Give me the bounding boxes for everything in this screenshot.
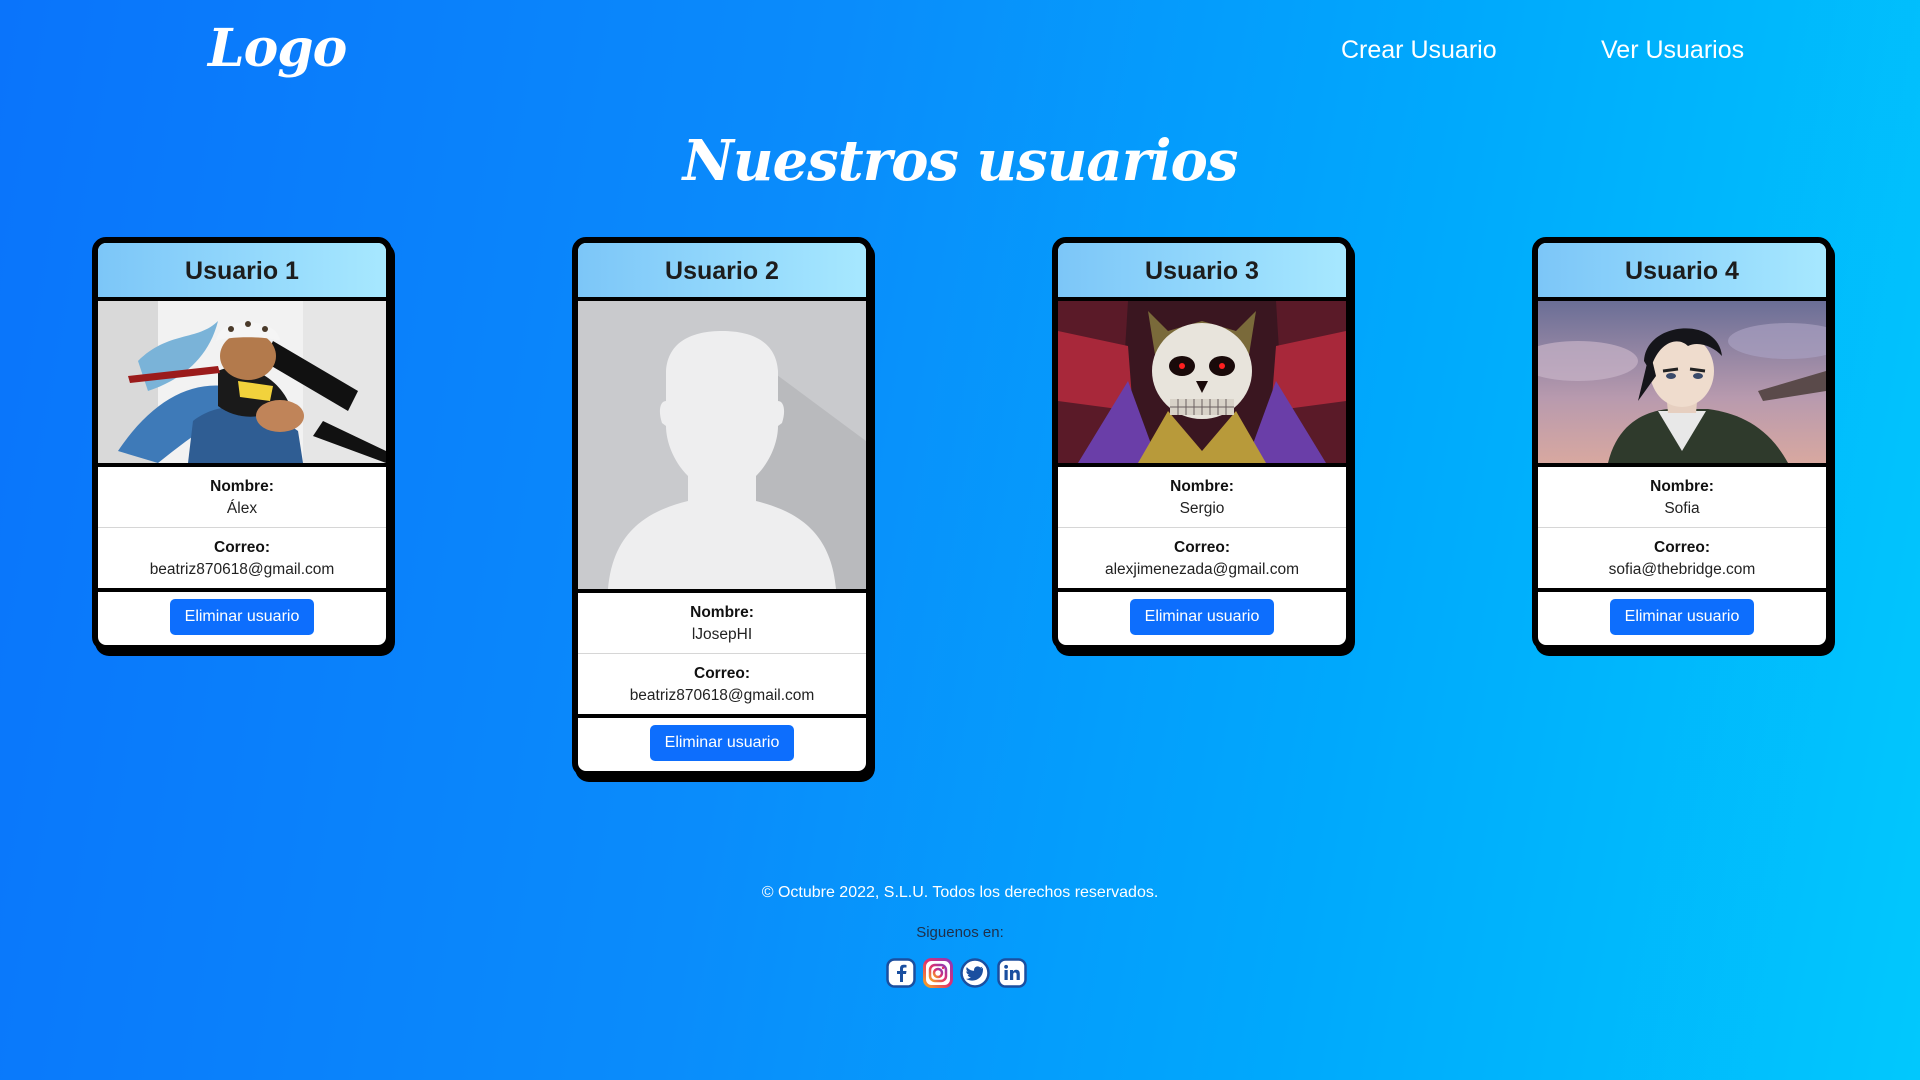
nav-create-user[interactable]: Crear Usuario [1341, 36, 1497, 65]
name-label: Nombre: [1170, 478, 1234, 495]
email-value: beatriz870618@gmail.com [629, 687, 815, 704]
user-name-field: Nombre: lJosepHI [578, 593, 866, 654]
footer-follow-label: Siguenos en: [916, 924, 1004, 941]
name-value: Sergio [1179, 500, 1225, 517]
delete-user-button[interactable]: Eliminar usuario [1609, 599, 1755, 635]
user-card: Usuario 1 Nombre: Álex Correo: beatriz87… [92, 237, 392, 651]
user-name-field: Nombre: Sergio [1058, 467, 1346, 528]
user-email-field: Correo: beatriz870618@gmail.com [98, 528, 386, 592]
user-email-field: Correo: beatriz870618@gmail.com [578, 654, 866, 718]
user-email-field: Correo: alexjimenezada@gmail.com [1058, 528, 1346, 592]
nav-view-users[interactable]: Ver Usuarios [1601, 36, 1744, 65]
user-email-field: Correo: sofia@thebridge.com [1538, 528, 1826, 592]
twitter-icon[interactable] [960, 958, 990, 988]
user-avatar-image [98, 301, 386, 467]
email-value: beatriz870618@gmail.com [149, 561, 335, 578]
user-avatar-image [1058, 301, 1346, 467]
social-links [886, 958, 1027, 988]
email-value: alexjimenezada@gmail.com [1104, 561, 1300, 578]
name-label: Nombre: [690, 604, 754, 621]
email-label: Correo: [694, 665, 750, 682]
name-label: Nombre: [210, 478, 274, 495]
card-title: Usuario 2 [578, 243, 866, 301]
user-avatar-image [578, 301, 866, 593]
email-label: Correo: [1174, 539, 1230, 556]
user-avatar-image [1538, 301, 1826, 467]
card-actions: Eliminar usuario [578, 718, 866, 771]
card-actions: Eliminar usuario [98, 592, 386, 645]
user-name-field: Nombre: Álex [98, 467, 386, 528]
user-name-field: Nombre: Sofia [1538, 467, 1826, 528]
instagram-icon[interactable] [923, 958, 953, 988]
delete-user-button[interactable]: Eliminar usuario [1129, 599, 1275, 635]
card-title: Usuario 1 [98, 243, 386, 301]
facebook-icon[interactable] [886, 958, 916, 988]
email-label: Correo: [214, 539, 270, 556]
card-title: Usuario 4 [1538, 243, 1826, 301]
delete-user-button[interactable]: Eliminar usuario [649, 725, 795, 761]
email-label: Correo: [1654, 539, 1710, 556]
email-value: sofia@thebridge.com [1608, 561, 1756, 578]
page-title: Nuestros usuarios [682, 128, 1239, 194]
footer-copyright: © Octubre 2022, S.L.U. Todos los derecho… [761, 884, 1159, 901]
logo[interactable]: Logo [208, 18, 347, 79]
card-title: Usuario 3 [1058, 243, 1346, 301]
name-value: Sofia [1664, 500, 1700, 517]
name-label: Nombre: [1650, 478, 1714, 495]
card-actions: Eliminar usuario [1058, 592, 1346, 645]
user-card: Usuario 3 Nombre: Sergio Correo: alexjim… [1052, 237, 1352, 651]
user-card: Usuario 4 Nombre: Sofia Correo: sofia@th… [1532, 237, 1832, 651]
linkedin-icon[interactable] [997, 958, 1027, 988]
name-value: Álex [226, 500, 258, 517]
card-actions: Eliminar usuario [1538, 592, 1826, 645]
user-card: Usuario 2 Nombre: lJosepHI Correo: beatr… [572, 237, 872, 777]
delete-user-button[interactable]: Eliminar usuario [169, 599, 315, 635]
name-value: lJosepHI [691, 626, 753, 643]
